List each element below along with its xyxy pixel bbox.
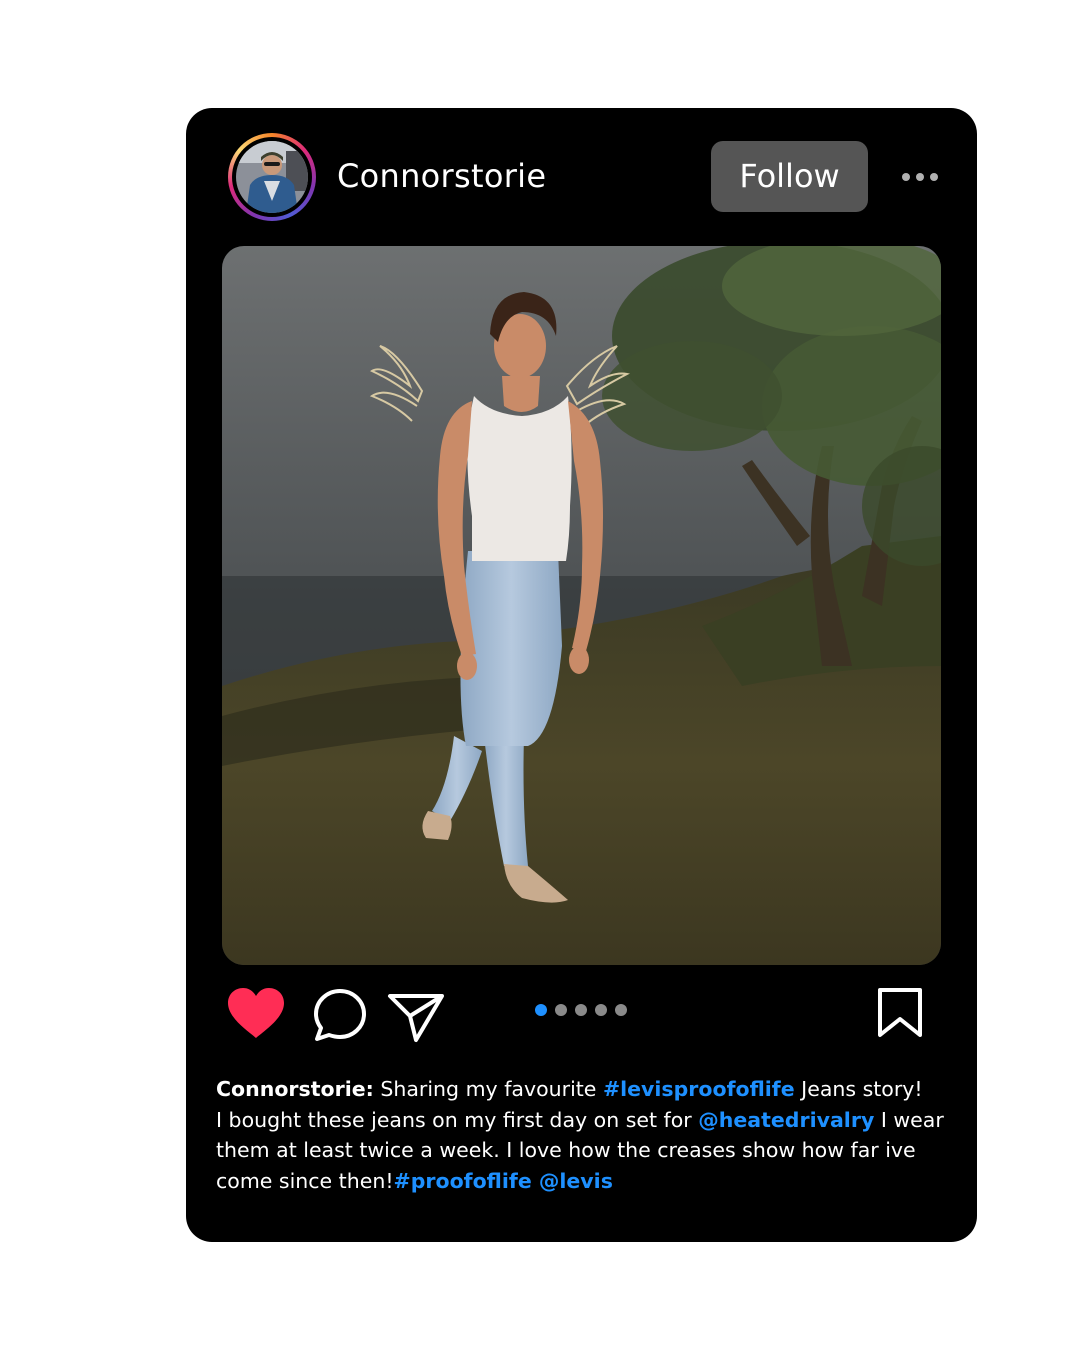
carousel-dot [615, 1004, 627, 1016]
caption-hashtag[interactable]: #proofoflife [394, 1169, 532, 1193]
follow-button[interactable]: Follow [711, 141, 868, 212]
username[interactable]: Connorstorie [337, 154, 546, 198]
carousel-dot [575, 1004, 587, 1016]
caption-username[interactable]: Connorstorie: [216, 1077, 374, 1101]
post-photo[interactable] [222, 246, 941, 965]
post-photo-image [222, 246, 941, 965]
caption-text: Sharing my favourite [373, 1077, 603, 1101]
carousel-dot [555, 1004, 567, 1016]
more-options-icon[interactable] [900, 170, 940, 184]
post-caption: Connorstorie: Sharing my favourite #levi… [216, 1074, 976, 1196]
comment-icon[interactable] [312, 987, 368, 1043]
caption-hashtag[interactable]: #levisproofoflife [603, 1077, 795, 1101]
send-icon[interactable] [386, 990, 446, 1044]
avatar-frame [232, 137, 312, 217]
caption-text: I bought these jeans on my first day on … [216, 1107, 699, 1132]
caption-mention[interactable]: @levis [532, 1169, 613, 1193]
caption-text: Jeans story! [794, 1077, 923, 1101]
carousel-indicator [533, 1002, 633, 1018]
heart-filled-icon[interactable] [226, 986, 286, 1040]
carousel-dot-active [535, 1004, 547, 1016]
caption-mention[interactable]: @heatedrivalry [698, 1108, 874, 1132]
avatar[interactable] [228, 133, 316, 221]
bookmark-icon[interactable] [876, 987, 924, 1039]
avatar-photo [236, 141, 308, 213]
carousel-dot [595, 1004, 607, 1016]
